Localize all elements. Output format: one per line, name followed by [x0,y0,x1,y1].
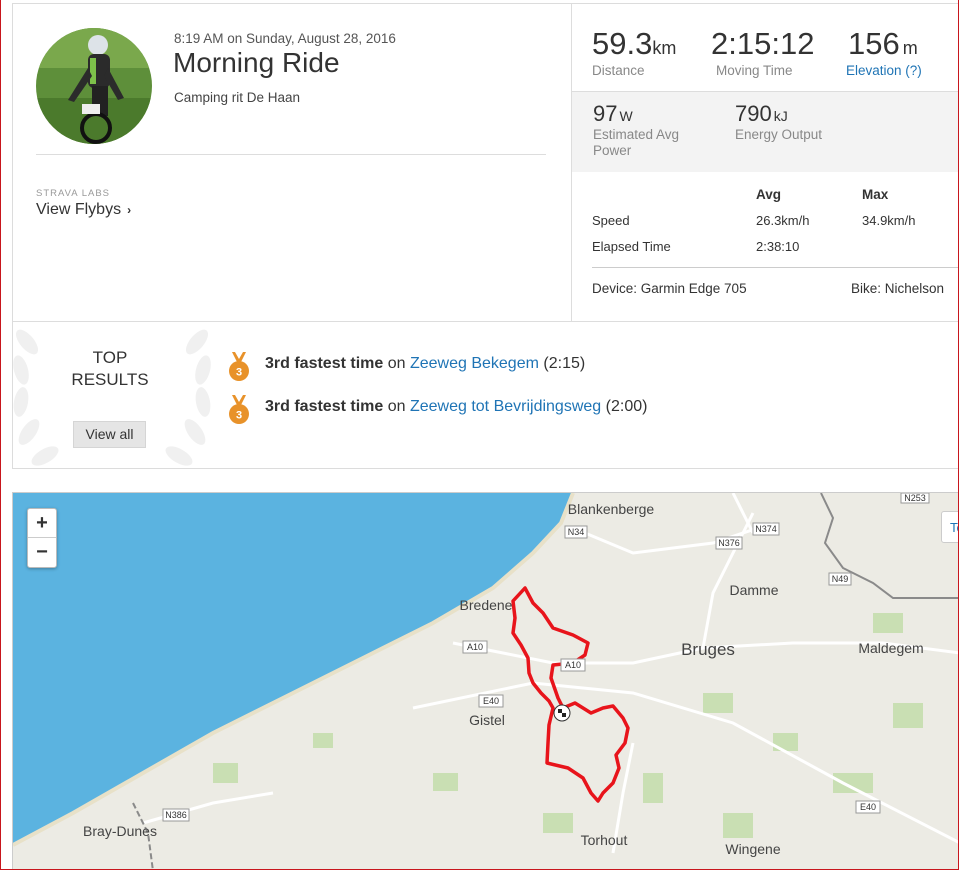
map-type-tab[interactable]: Te [941,511,959,543]
road-label: N376 [718,538,740,548]
finish-flag-icon [553,704,571,722]
top-results: TOP RESULTS View all 3 3rd fastest time … [13,321,959,469]
stats-panel: 59.3km Distance 2:15:12 Moving Time 156 m… [571,4,959,321]
energy-value: 790 [735,101,772,126]
power-label: Estimated Avg Power [593,127,680,158]
moving-time-stat: 2:15:12 Moving Time [711,26,814,78]
max-header: Max [862,187,889,202]
road-label: N386 [165,810,187,820]
map-place-label: Blankenberge [568,501,655,517]
achievement-time: (2:15) [543,355,586,372]
speed-avg: 26.3km/h [756,213,810,228]
activity-header: 8:19 AM on Sunday, August 28, 2016 Morni… [13,4,571,321]
segment-link-zeeweg-tot-bevrijdingsweg[interactable]: Zeeweg tot Bevrijdingsweg [410,398,601,415]
power-value: 97 [593,101,618,126]
zoom-control: + − [27,508,57,568]
top-results-title: TOP RESULTS [60,347,160,391]
map-place-label: Torhout [581,832,628,848]
segment-link-zeeweg-bekegem[interactable]: Zeeweg Bekegem [410,355,539,372]
energy-unit: kJ [773,108,788,124]
elapsed-time-avg: 2:38:10 [756,239,800,254]
map-place-label: Maldegem [858,640,923,656]
achievement-rank: 3rd fastest time [265,398,384,415]
divider [36,154,546,155]
route-map[interactable]: Blankenberge Bredene Damme Bruges Maldeg… [12,492,959,870]
moving-time-label: Moving Time [716,63,793,78]
activity-title: Morning Ride [173,47,340,78]
map-place-label: Damme [729,582,778,598]
achievement-rank: 3rd fastest time [265,355,384,372]
strava-labs-label: STRAVA LABS [36,188,111,199]
map-canvas[interactable]: Blankenberge Bredene Damme Bruges Maldeg… [13,493,959,870]
avatar[interactable] [36,28,152,144]
divider [592,267,959,268]
elapsed-time-label: Elapsed Time [592,239,671,254]
map-place-label: Bruges [681,640,735,659]
view-flybys-label: View Flybys [36,201,122,218]
elevation-value: 156 [848,26,900,61]
bike-info: Bike: Nichelson [851,281,945,296]
top-results-title-line2: RESULTS [71,370,149,389]
top-results-title-line1: TOP [92,348,128,367]
road-label: N34 [568,527,585,537]
energy-label: Energy Output [735,127,823,142]
medal-icon: 3 [228,352,250,387]
road-label: A10 [467,642,483,652]
achievement-time: (2:00) [605,398,648,415]
medal-icon: 3 [228,395,250,430]
speed-label: Speed [592,213,630,228]
map-place-label: Gistel [469,712,505,728]
map-place-label: Bredene [460,597,513,613]
chevron-right-icon: › [127,203,132,217]
achievement-on: on [387,398,406,415]
medal-number: 3 [236,410,242,422]
activity-time: 8:19 AM on Sunday, August 28, 2016 [174,31,396,46]
road-label: E40 [860,802,876,812]
map-place-label: Wingene [725,841,780,857]
road-label: N253 [904,493,926,503]
road-label: E40 [483,696,499,706]
distance-stat: 59.3km Distance [592,26,676,78]
medal-number: 3 [236,367,242,379]
zoom-in-button[interactable]: + [28,509,56,538]
power-stat: 97 W Estimated Avg Power [593,101,693,159]
road-label: A10 [565,660,581,670]
road-label: N49 [832,574,849,584]
distance-unit: km [652,38,677,58]
view-flybys-link[interactable]: View Flybys › [36,201,131,219]
achievement-on: on [387,355,406,372]
map-place-label: Bray-Dunes [83,823,157,839]
distance-value: 59.3 [592,26,653,61]
elevation-unit: m [902,38,918,58]
power-stats: 97 W Estimated Avg Power 790 kJ Energy Out… [572,92,959,172]
speed-max: 34.9km/h [862,213,916,228]
activity-card: 8:19 AM on Sunday, August 28, 2016 Morni… [12,3,959,469]
avg-header: Avg [756,187,782,202]
zoom-out-button[interactable]: − [28,538,56,567]
road-label: N374 [755,524,777,534]
device-info: Device: Garmin Edge 705 [592,281,747,296]
power-unit: W [619,108,633,124]
distance-label: Distance [592,63,645,78]
view-all-button[interactable]: View all [73,421,146,448]
activity-description: Camping rit De Haan [174,90,301,105]
moving-time-value: 2:15:12 [711,26,815,61]
elevation-help-link[interactable]: Elevation (?) [846,63,922,78]
energy-stat: 790 kJ Energy Output [735,101,822,143]
elevation-stat: 156 m Elevation (?) [846,26,922,78]
